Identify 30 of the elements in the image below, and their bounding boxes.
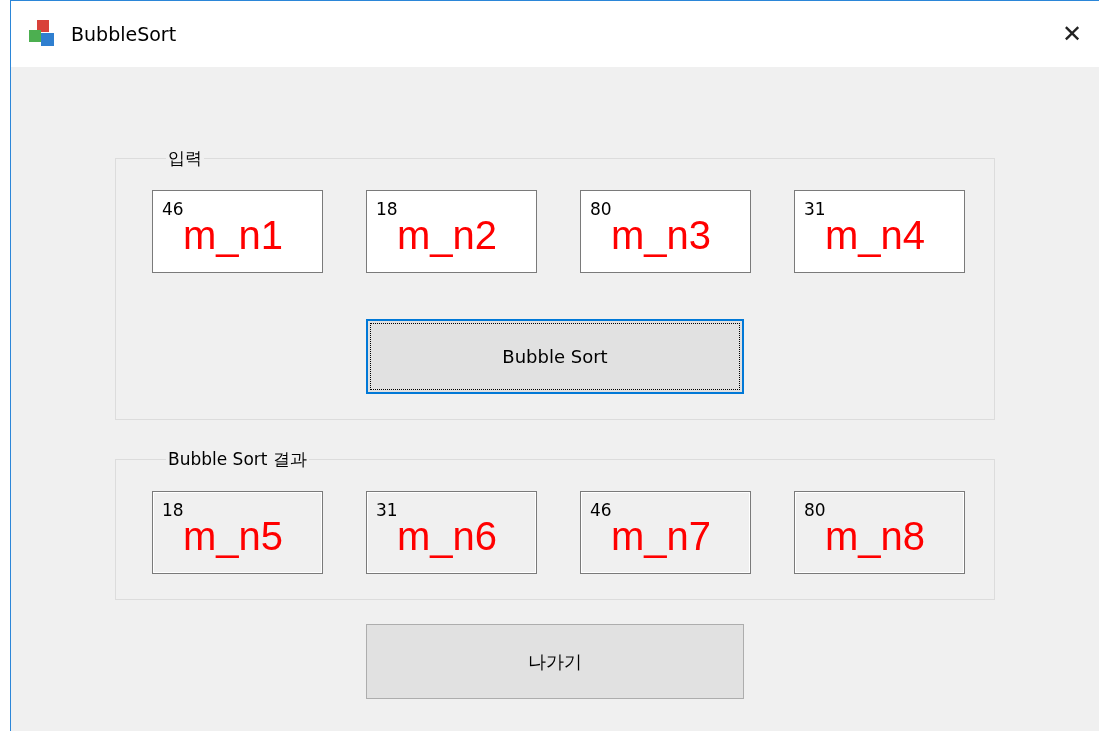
number-field[interactable]: 18 m_n2: [366, 190, 537, 273]
annotation-label: m_n4: [825, 213, 926, 257]
annotation-label: m_n1: [183, 213, 284, 257]
field-value: 18: [376, 201, 398, 218]
annotation-label: m_n6: [397, 514, 498, 558]
annotation-label: m_n8: [825, 514, 926, 558]
field-value: 46: [590, 502, 612, 519]
number-field[interactable]: 80 m_n8: [794, 491, 965, 574]
field-value: 31: [376, 502, 398, 519]
sort-button[interactable]: Bubble Sort: [366, 319, 744, 394]
field-value: 18: [162, 502, 184, 519]
field-value: 80: [804, 502, 826, 519]
number-field[interactable]: 31 m_n6: [366, 491, 537, 574]
annotation-label: m_n3: [611, 213, 712, 257]
field-value: 31: [804, 201, 826, 218]
annotation-label: m_n5: [183, 514, 284, 558]
number-field[interactable]: 80 m_n3: [580, 190, 751, 273]
field-value: 46: [162, 201, 184, 218]
number-field[interactable]: 31 m_n4: [794, 190, 965, 273]
window-title: BubbleSort: [71, 23, 178, 45]
exit-button[interactable]: 나가기: [366, 624, 744, 699]
number-field[interactable]: 18 m_n5: [152, 491, 323, 574]
annotation-label: m_n2: [397, 213, 498, 257]
close-button[interactable]: ✕: [1049, 11, 1095, 57]
group-title: 입력: [167, 147, 203, 170]
field-value: 80: [590, 201, 612, 218]
annotation-label: m_n7: [611, 514, 712, 558]
group-title: Bubble Sort 결과: [167, 448, 308, 471]
number-field[interactable]: 46 m_n1: [152, 190, 323, 273]
number-field[interactable]: 46 m_n7: [580, 491, 751, 574]
